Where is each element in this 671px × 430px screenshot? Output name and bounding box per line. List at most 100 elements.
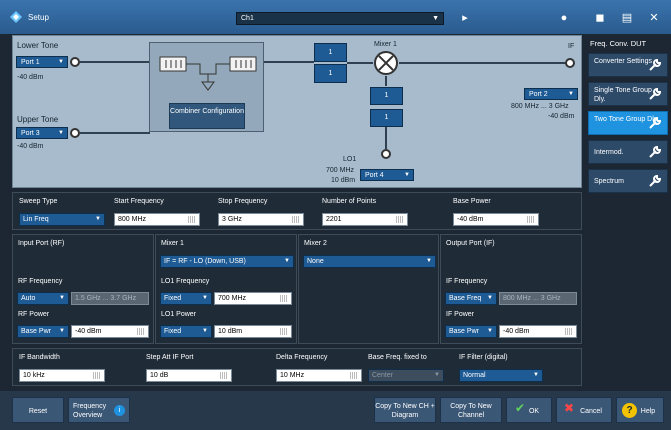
keypad-icon[interactable] — [396, 216, 404, 223]
if-settings-panel: IF Bandwidth 10 kHz Step Att IF Port 10 … — [12, 348, 582, 386]
mixer1-panel: Mixer 1 IF = RF - LO (Down, USB) ▼ LO1 Fr… — [155, 234, 297, 344]
rf-frequency-mode-select[interactable]: Auto ▼ — [17, 292, 69, 305]
help-label: Help — [640, 408, 656, 415]
keypad-icon[interactable] — [292, 216, 300, 223]
sidebar-item-converter-settings[interactable]: Converter Settings — [588, 53, 668, 77]
base-freq-fixed-value: Center — [372, 372, 394, 379]
mixer2-mode-select[interactable]: None ▼ — [303, 255, 436, 268]
help-button[interactable]: ? Help — [616, 397, 664, 423]
window-icon[interactable]: ▤ — [620, 11, 634, 25]
copy-to-new-channel-button[interactable]: Copy To New Channel — [440, 397, 502, 423]
frequency-overview-label: Frequency Overview — [73, 403, 107, 419]
combiner-block: Combiner Configuration — [149, 42, 264, 132]
step-att-value: 10 dB — [150, 372, 169, 379]
upper-tone-node — [70, 128, 80, 138]
chevron-down-icon: ▼ — [426, 258, 432, 264]
rf-power-label: RF Power — [18, 311, 50, 318]
delta-frequency-value: 10 MHz — [280, 372, 305, 379]
camera-icon[interactable]: ◼ — [593, 11, 607, 25]
upper-tone-label: Upper Tone — [17, 115, 59, 124]
rf-power-mode-select[interactable]: Base Pwr ▼ — [17, 325, 69, 338]
rf-power-value: -40 dBm — [75, 328, 102, 335]
output-port-select[interactable]: Port 2 ▼ — [524, 88, 578, 100]
block-d[interactable]: 1 — [370, 109, 403, 127]
close-icon[interactable]: ✕ — [647, 11, 661, 25]
copy-to-new-ch-diagram-button[interactable]: Copy To New CH + Diagram — [374, 397, 436, 423]
mixer1-mode-select[interactable]: IF = RF - LO (Down, USB) ▼ — [160, 255, 294, 268]
step-att-input[interactable]: 10 dB — [146, 369, 232, 382]
if-filter-select[interactable]: Normal ▼ — [459, 369, 543, 382]
lo1-port-select[interactable]: Port 4 ▼ — [360, 169, 414, 181]
output-power: -40 dBm — [548, 113, 575, 120]
keypad-icon[interactable] — [137, 328, 145, 335]
chevron-down-icon: ▼ — [487, 328, 493, 334]
ok-button[interactable]: ✔ OK — [506, 397, 552, 423]
number-of-points-input[interactable]: 2201 — [322, 213, 408, 226]
lo1-power-input[interactable]: 10 dBm — [214, 325, 292, 338]
keypad-icon[interactable] — [565, 328, 573, 335]
lo1-power-mode-select[interactable]: Fixed ▼ — [160, 325, 212, 338]
keypad-icon[interactable] — [280, 295, 288, 302]
cross-icon: ✖ — [564, 401, 575, 415]
keypad-icon[interactable] — [220, 372, 228, 379]
if-filter-value: Normal — [463, 372, 486, 379]
cancel-button[interactable]: ✖ Cancel — [556, 397, 612, 423]
chevron-down-icon: ▼ — [202, 295, 208, 301]
keypad-icon[interactable] — [188, 216, 196, 223]
if-power-mode-select[interactable]: Base Pwr ▼ — [445, 325, 497, 338]
upper-tone-port-select[interactable]: Port 3 ▼ — [16, 127, 68, 139]
output-freq-range: 800 MHz ... 3 GHz — [511, 103, 569, 110]
lo1-frequency-input[interactable]: 700 MHz — [214, 292, 292, 305]
block-a[interactable]: 1 — [314, 43, 347, 62]
keypad-icon[interactable] — [350, 372, 358, 379]
mixer-icon — [374, 51, 398, 75]
base-freq-fixed-label: Base Freq. fixed to — [368, 354, 427, 361]
lower-tone-node — [70, 57, 80, 67]
lo1-power-mode-value: Fixed — [164, 328, 182, 335]
chevron-down-icon: ▼ — [58, 130, 64, 136]
lower-port-value: Port 1 — [21, 59, 40, 66]
lower-tone-port-select[interactable]: Port 1 ▼ — [16, 56, 68, 68]
check-icon: ✔ — [515, 401, 526, 415]
start-frequency-input[interactable]: 800 MHz — [114, 213, 200, 226]
lower-tone-line — [80, 61, 150, 63]
wrench-icon — [649, 87, 662, 100]
rf-power-input[interactable]: -40 dBm — [71, 325, 149, 338]
if-bandwidth-value: 10 kHz — [23, 372, 45, 379]
keypad-icon[interactable] — [280, 328, 288, 335]
keypad-icon[interactable] — [93, 372, 101, 379]
base-power-input[interactable]: -40 dBm — [453, 213, 539, 226]
sidebar-item-single-tone[interactable]: Single Tone Group Dly. — [588, 82, 668, 106]
if-bandwidth-input[interactable]: 10 kHz — [19, 369, 105, 382]
if-frequency-mode-select[interactable]: Base Freq ▼ — [445, 292, 497, 305]
if-frequency-label: IF Frequency — [446, 278, 488, 285]
keypad-icon[interactable] — [527, 216, 535, 223]
sidebar-title: Freq. Conv. DUT — [590, 39, 647, 48]
sidebar-item-two-tone[interactable]: Two Tone Group Dly. — [588, 111, 668, 135]
block-b[interactable]: 1 — [314, 64, 347, 83]
chevron-down-icon: ▼ — [202, 328, 208, 334]
delta-frequency-label: Delta Frequency — [276, 354, 328, 361]
sidebar-item-spectrum[interactable]: Spectrum — [588, 169, 668, 193]
if-power-value: -40 dBm — [503, 328, 530, 335]
sidebar-item-intermod[interactable]: Intermod. — [588, 140, 668, 164]
block-c[interactable]: 1 — [370, 87, 403, 105]
combiner-configuration-button[interactable]: Combiner Configuration — [169, 103, 245, 129]
mixer1-title: Mixer 1 — [161, 240, 184, 247]
lo1-frequency-mode-select[interactable]: Fixed ▼ — [160, 292, 212, 305]
next-arrow-icon[interactable]: ▸ — [458, 11, 472, 25]
delta-frequency-input[interactable]: 10 MHz — [276, 369, 362, 382]
if-power-input[interactable]: -40 dBm — [499, 325, 577, 338]
reset-button[interactable]: Reset — [12, 397, 64, 423]
chevron-down-icon: ▼ — [58, 59, 64, 65]
if-frequency-input: 800 MHz ... 3 GHz — [499, 292, 577, 305]
frequency-converter-diagram: Lower Tone Port 1 ▼ -40 dBm Upper Tone Po… — [12, 35, 582, 188]
channel-select[interactable]: Ch1 ▼ — [236, 12, 444, 25]
frequency-overview-button[interactable]: Frequency Overview i — [68, 397, 130, 423]
toggle-icon[interactable]: ● — [557, 11, 571, 25]
channel-value: Ch1 — [241, 15, 254, 22]
chevron-down-icon: ▼ — [533, 372, 539, 378]
lo-line-bottom — [385, 127, 387, 149]
sweep-type-select[interactable]: Lin Freq ▼ — [19, 213, 105, 226]
stop-frequency-input[interactable]: 3 GHz — [218, 213, 304, 226]
